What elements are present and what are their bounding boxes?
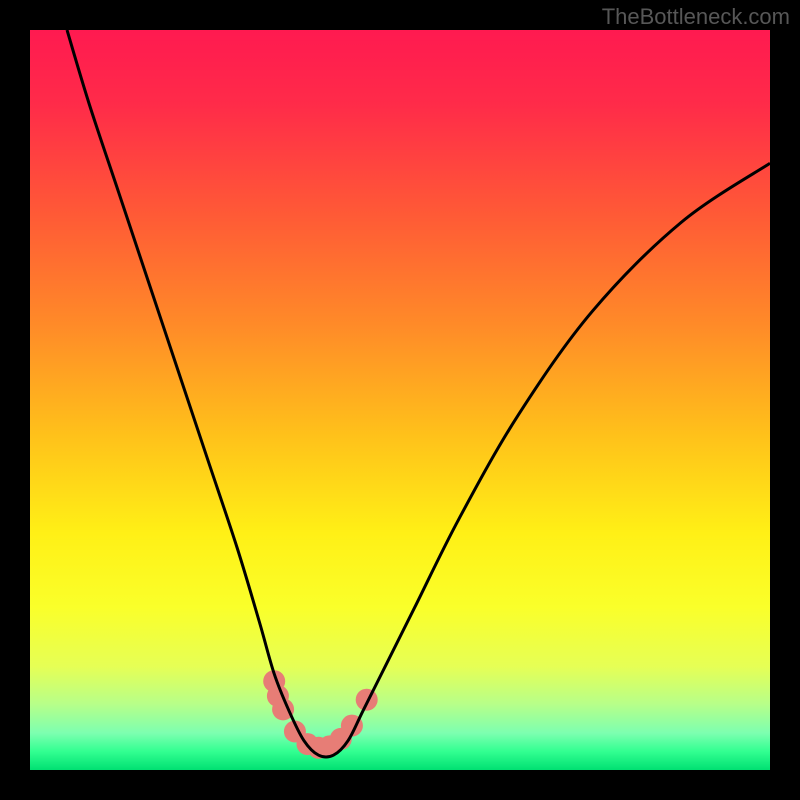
data-marker <box>356 689 378 711</box>
attribution-text: TheBottleneck.com <box>602 4 790 30</box>
plot-area <box>30 30 770 770</box>
curve-layer <box>30 30 770 770</box>
chart-frame: TheBottleneck.com <box>0 0 800 800</box>
bottleneck-curve <box>67 30 770 757</box>
